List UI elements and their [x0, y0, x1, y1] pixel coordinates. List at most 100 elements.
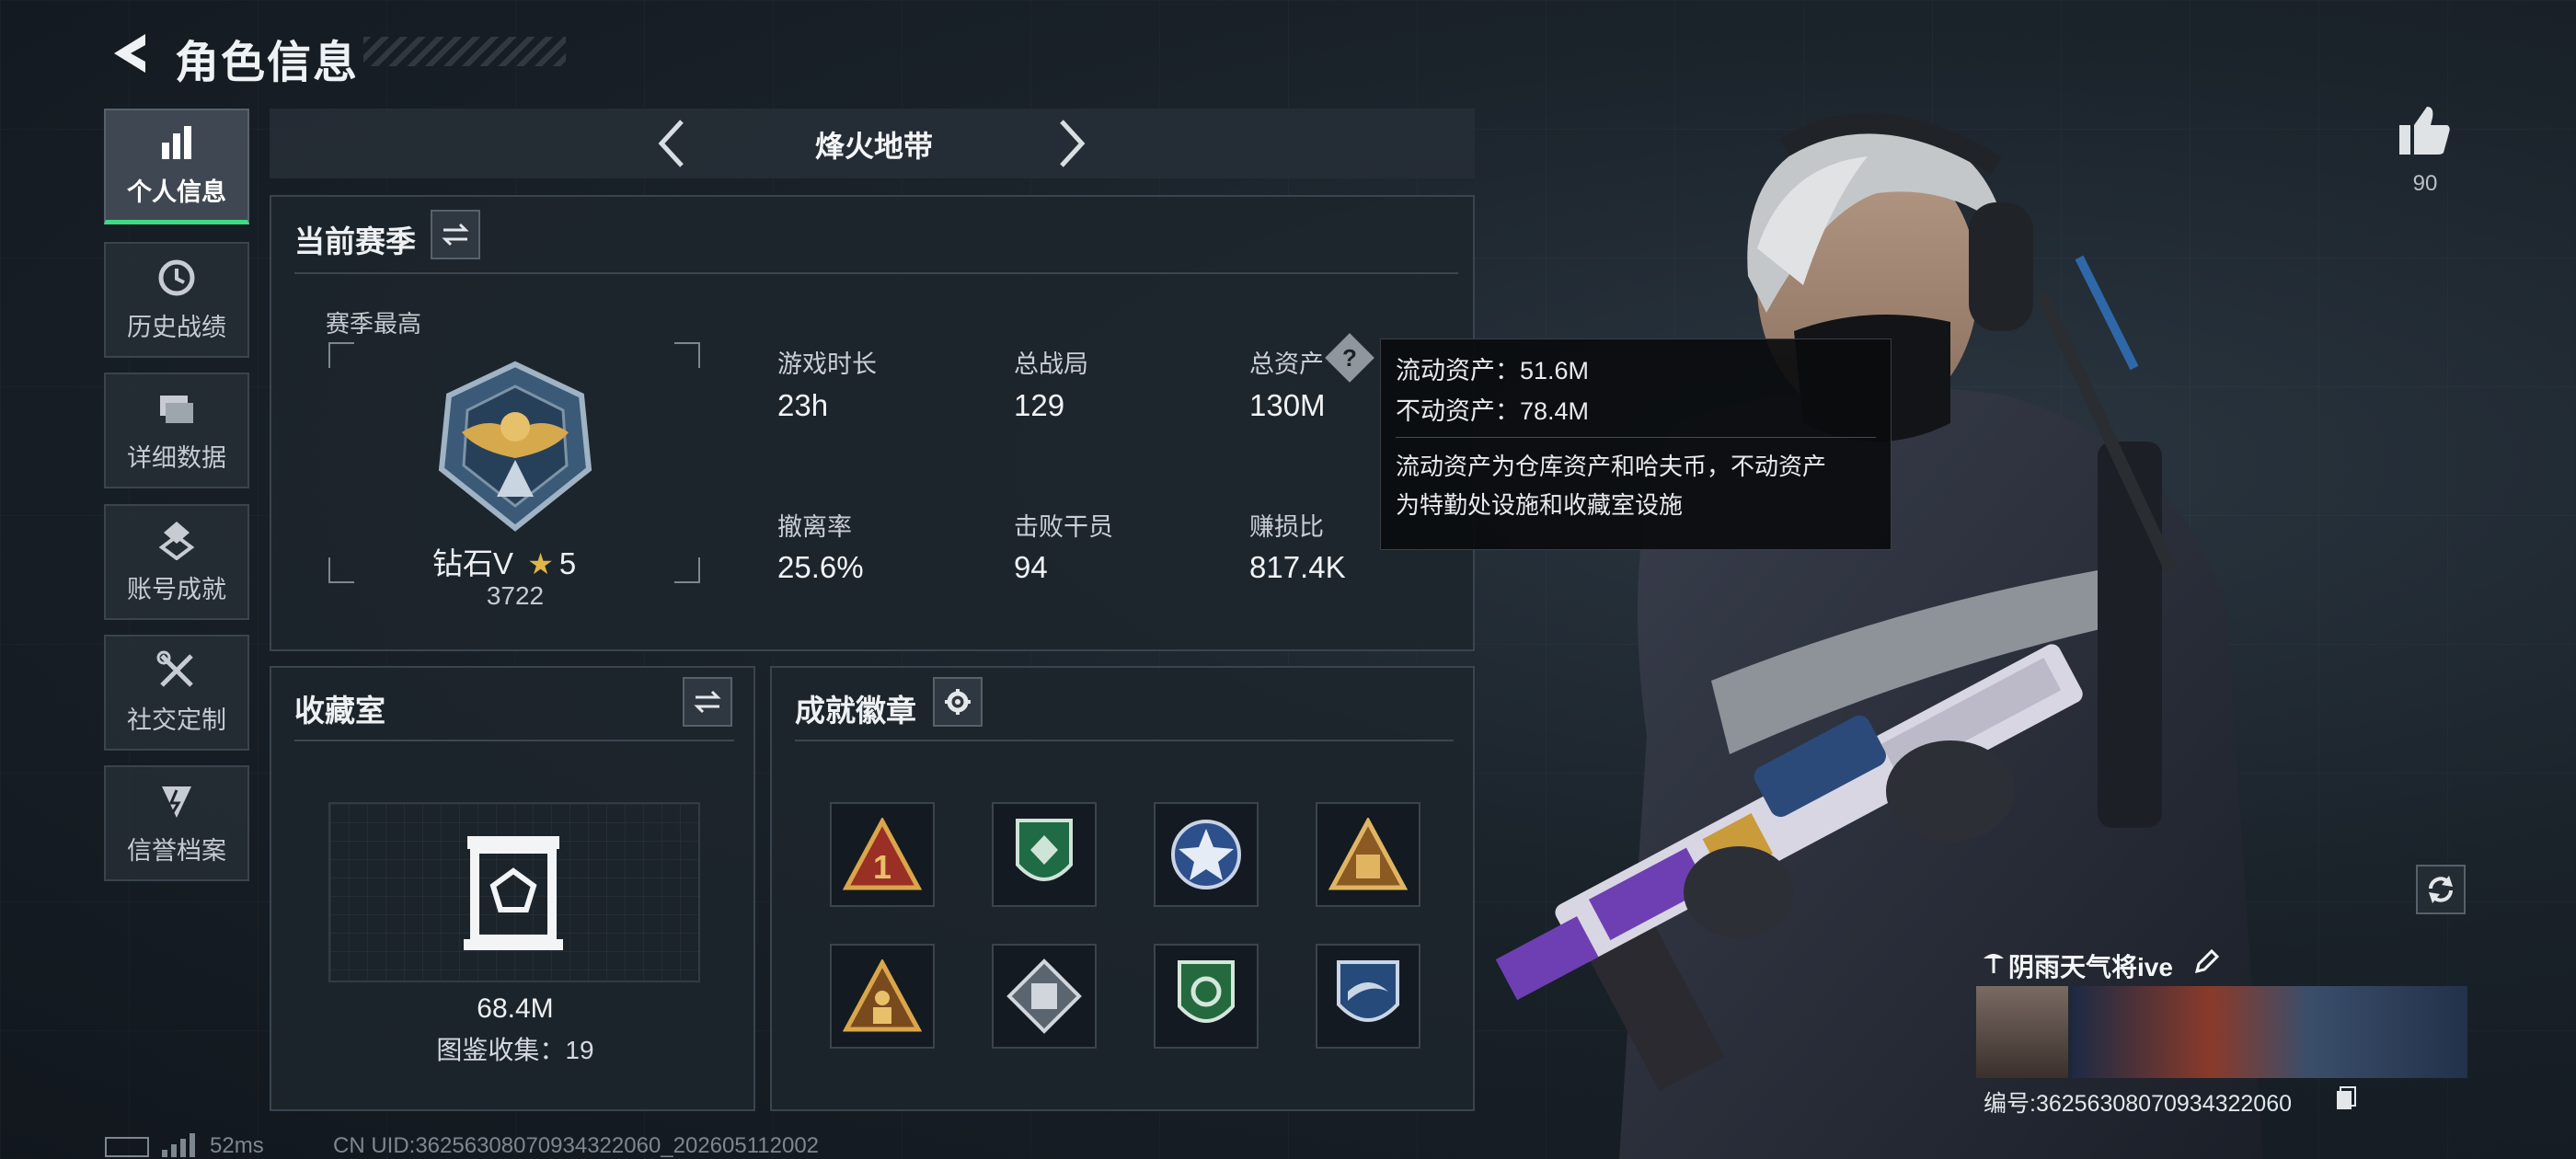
- stat-label: 撤离率: [777, 513, 852, 541]
- achievement-badge[interactable]: [1154, 944, 1259, 1049]
- rank-name: 钻石V ★ 5: [432, 546, 577, 580]
- sidebar-item-label: 信誉档案: [127, 836, 226, 865]
- achievement-badge[interactable]: [992, 802, 1097, 907]
- sidebar-item-achievements[interactable]: 账号成就: [104, 504, 249, 620]
- battery-icon: [105, 1137, 149, 1157]
- stat-value: 129: [1014, 388, 1065, 422]
- tooltip-description-line1: 流动资产为仓库资产和哈夫币，不动资产: [1396, 453, 1827, 480]
- season-divider: [294, 272, 1458, 274]
- like-count: 90: [2412, 171, 2438, 196]
- gear-icon: [945, 689, 971, 715]
- uid-text: CN UID:3625630807093432​2060_20260511200…: [333, 1133, 820, 1158]
- player-name-card-banner[interactable]: [2072, 986, 2467, 1078]
- sidebar-item-label: 社交定制: [127, 706, 226, 734]
- sidebar-item-label: 个人信息: [127, 178, 226, 206]
- collection-switch-button[interactable]: [683, 677, 732, 727]
- shield-icon: [162, 786, 191, 818]
- gold-triangle-figure-badge-icon: [843, 959, 922, 1032]
- sidebar-item-history[interactable]: 历史战绩: [104, 242, 249, 358]
- sidebar-item-label: 详细数据: [127, 443, 226, 472]
- achievements-settings-button[interactable]: [933, 677, 983, 727]
- season-switch-button[interactable]: [431, 210, 480, 259]
- stat-value: 23h: [777, 388, 829, 422]
- swap-icon: [694, 690, 721, 714]
- green-shield-badge-icon: [1016, 819, 1073, 881]
- page-title: 角色信息: [175, 39, 360, 87]
- achievements-divider: [795, 740, 1454, 741]
- achievement-badge[interactable]: [1316, 802, 1420, 907]
- stat-value: 817.4K: [1249, 550, 1346, 584]
- stat-label: 总战局: [1014, 350, 1088, 378]
- rank-score: 3722: [486, 581, 545, 610]
- collection-title: 收藏室: [294, 694, 385, 728]
- stat-label: 游戏时长: [777, 350, 877, 378]
- season-title: 当前赛季: [294, 224, 416, 258]
- chevron-right-icon: [1060, 120, 1086, 167]
- refresh-icon: [2429, 876, 2453, 903]
- stat-label: 总资产: [1249, 350, 1324, 378]
- sidebar-item-detailed-data[interactable]: 详细数据: [104, 373, 249, 488]
- thumbs-up-icon: [2399, 107, 2450, 155]
- achievement-badge[interactable]: 1: [830, 802, 935, 907]
- achievements-title: 成就徽章: [795, 694, 916, 728]
- achievement-badge[interactable]: [1154, 802, 1259, 907]
- triangle-rank-1-badge-icon: 1: [843, 818, 922, 890]
- achievement-badge[interactable]: [1316, 944, 1420, 1049]
- stat-label: 击败干员: [1014, 513, 1113, 541]
- collection-divider: [294, 740, 734, 741]
- edit-name-button[interactable]: [2193, 947, 2221, 975]
- signal-icon: [162, 1133, 195, 1157]
- mode-title: 烽火地带: [814, 130, 933, 163]
- refresh-button[interactable]: [2416, 865, 2466, 914]
- collection-value: 68.4M: [477, 993, 554, 1024]
- green-emblem-badge-icon: [1178, 960, 1235, 1023]
- blue-wing-badge-icon: [1337, 960, 1399, 1022]
- back-arrow-icon: [114, 34, 145, 73]
- display-case-icon: [464, 836, 563, 950]
- tooltip-description-line2: 为特勤处设施和收藏室设施: [1396, 491, 1684, 519]
- tooltip-divider: [1396, 437, 1876, 438]
- copy-icon: [2337, 1086, 2356, 1109]
- stat-value: 130M: [1249, 388, 1326, 422]
- blue-star-badge-icon: [1171, 820, 1241, 889]
- swap-icon: [442, 223, 469, 247]
- like-button[interactable]: [2396, 101, 2455, 160]
- sidebar-item-label: 账号成就: [127, 575, 226, 603]
- achievement-badge[interactable]: [830, 944, 935, 1049]
- sidebar-item-personal-info[interactable]: 个人信息: [104, 109, 249, 224]
- achievement-badge[interactable]: [992, 944, 1097, 1049]
- player-title-icon: [1980, 947, 2007, 975]
- folder-icon: [160, 395, 193, 423]
- ping-text: 52ms: [210, 1133, 264, 1158]
- mode-prev-button[interactable]: [653, 116, 690, 171]
- star-icon: ★: [527, 547, 554, 580]
- clock-icon: [158, 259, 195, 295]
- question-icon: ?: [1342, 344, 1357, 372]
- achievement-icon: [158, 521, 195, 560]
- stat-value: 25.6%: [777, 550, 864, 584]
- tools-icon: [156, 650, 193, 687]
- stat-value: 94: [1014, 550, 1048, 584]
- sidebar-item-label: 历史战绩: [127, 313, 226, 341]
- svg-text:1: 1: [873, 848, 891, 886]
- title-decoration: [363, 37, 566, 66]
- sidebar-item-social[interactable]: 社交定制: [104, 635, 249, 751]
- player-id: 编号:3625630807093432​2060: [1984, 1091, 2293, 1117]
- copy-id-button[interactable]: [2335, 1085, 2357, 1111]
- season-best-label: 赛季最高: [326, 310, 422, 338]
- bar-chart-icon: [162, 126, 191, 159]
- diamond-cube-badge-icon: [1006, 958, 1082, 1034]
- tooltip-liquid-assets: 流动资产：51.6M: [1396, 357, 1590, 384]
- chevron-left-icon: [658, 120, 684, 167]
- player-name: 阴雨天气将ive: [2008, 953, 2173, 981]
- total-assets-tooltip: 流动资产：51.6M 不动资产：78.4M 流动资产为仓库资产和哈夫币，不动资产…: [1380, 339, 1892, 550]
- mode-next-button[interactable]: [1053, 116, 1090, 171]
- rank-diamond-emblem-icon: [438, 361, 592, 532]
- tooltip-fixed-assets: 不动资产：78.4M: [1396, 397, 1590, 425]
- sidebar-item-reputation[interactable]: 信誉档案: [104, 765, 249, 881]
- pencil-icon: [2194, 948, 2220, 974]
- back-button[interactable]: [101, 28, 156, 79]
- stat-label: 赚损比: [1249, 513, 1324, 541]
- gold-triangle-badge-icon: [1328, 818, 1408, 890]
- player-avatar[interactable]: [1976, 986, 2068, 1078]
